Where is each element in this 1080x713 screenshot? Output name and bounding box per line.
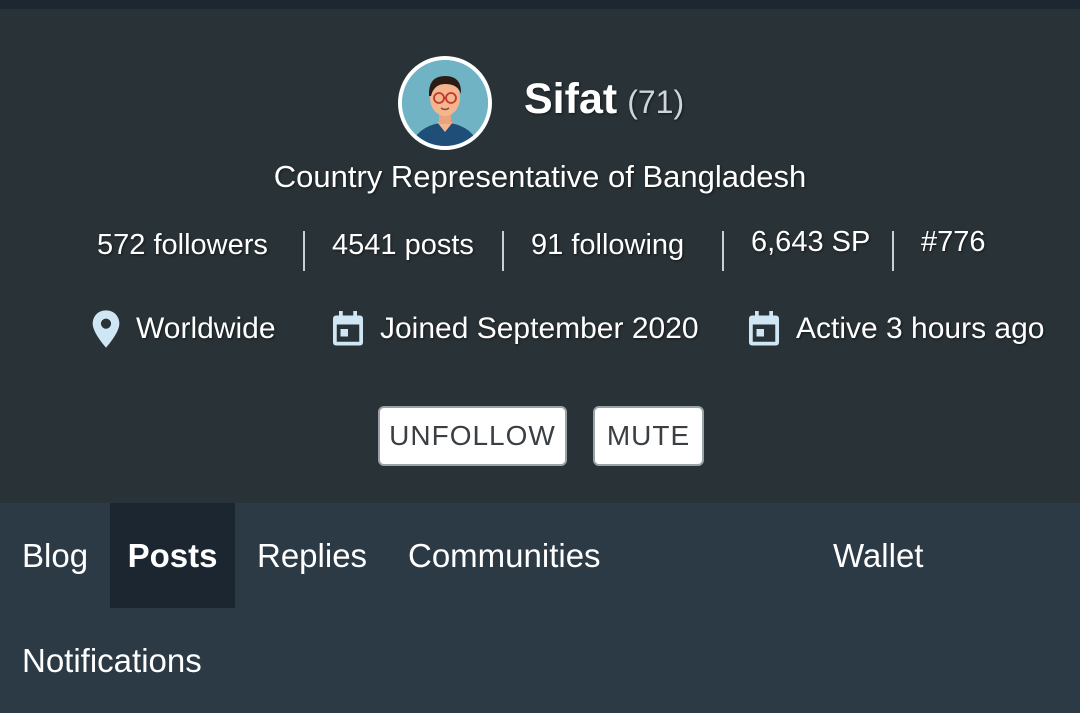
unfollow-button[interactable]: UNFOLLOW [378,406,567,466]
reputation-score: (71) [627,84,685,120]
tab-replies[interactable]: Replies [257,503,367,608]
active-item: Active 3 hours ago [746,309,1044,349]
profile-name: Sifat [524,75,618,123]
user-rank: #776 [921,226,986,258]
posts-count: 4541 posts [332,229,474,261]
tab-communities[interactable]: Communities [408,503,601,608]
tab-notifications[interactable]: Notifications [22,608,202,713]
meta-row: Worldwide Joined September 2020 Active 3… [0,309,1080,359]
profile-tabs: Blog Posts Replies Communities Wallet No… [0,503,1080,712]
user-avatar[interactable] [398,56,492,150]
location-text: Worldwide [136,312,276,345]
calendar-icon [746,309,782,349]
tab-posts[interactable]: Posts [110,503,235,608]
location-pin-icon [90,309,122,349]
stats-divider [303,231,305,271]
stats-row: 572 followers 4541 posts 91 following 6,… [0,226,1080,273]
active-text: Active 3 hours ago [796,312,1045,345]
top-strip [0,0,1080,9]
stats-divider [722,231,724,271]
tab-wallet[interactable]: Wallet [833,503,923,608]
tab-blog[interactable]: Blog [22,503,88,608]
profile-header: Sifat (71) Country Representative of Ban… [0,9,1080,503]
joined-item: Joined September 2020 [330,309,699,349]
joined-text: Joined September 2020 [380,312,699,345]
calendar-icon [330,309,366,349]
mute-button[interactable]: MUTE [593,406,704,466]
stats-divider [502,231,504,271]
profile-name-row: Sifat (71) [524,75,684,131]
following-count[interactable]: 91 following [531,229,684,262]
profile-about: Country Representative of Bangladesh [273,159,807,194]
followers-count[interactable]: 572 followers [97,229,268,262]
steem-power: 6,643 SP [751,226,871,258]
location-item: Worldwide [90,309,276,349]
stats-divider [892,231,894,271]
